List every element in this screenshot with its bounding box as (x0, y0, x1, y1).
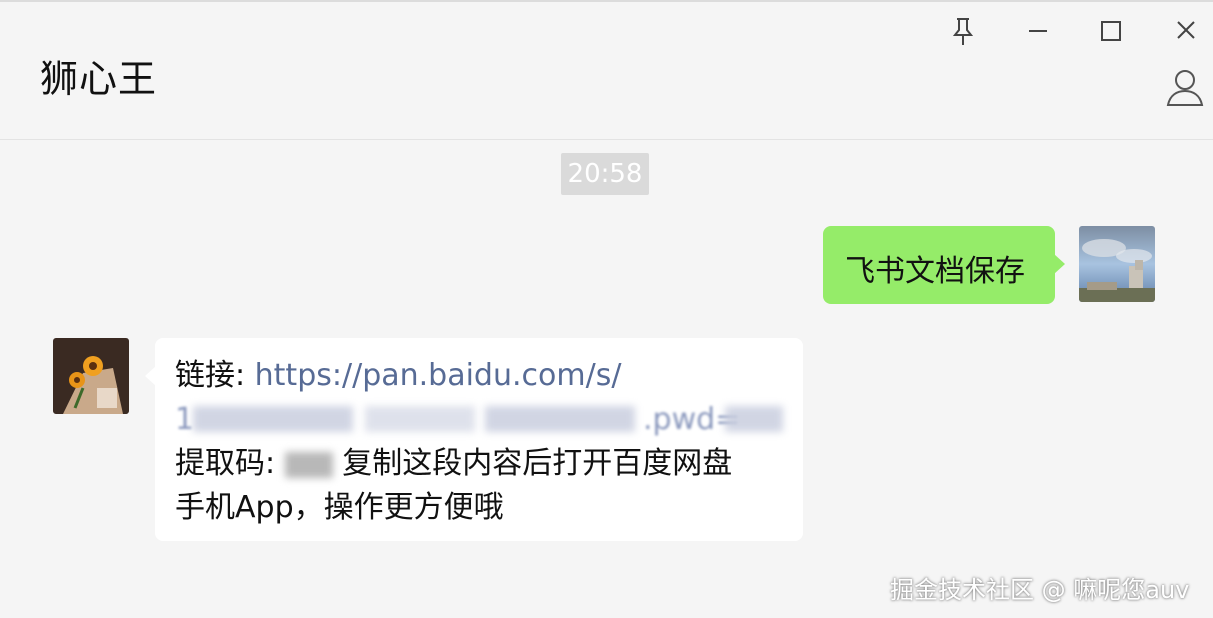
pin-button[interactable] (945, 14, 981, 48)
outgoing-message-bubble[interactable]: 飞书文档保存 (823, 226, 1065, 304)
close-icon (1177, 21, 1195, 39)
close-button[interactable] (1168, 14, 1204, 48)
avatar-contact[interactable] (53, 338, 129, 414)
maximize-icon (1101, 21, 1121, 41)
incoming-message-bubble[interactable]: 链接: https://pan.baidu.com/s/ 1 .pwd= 提取码… (145, 338, 803, 541)
pin-icon (952, 18, 974, 45)
redaction-blur (485, 406, 635, 432)
chat-header: 狮心王 (0, 0, 1213, 140)
redaction-blur (365, 406, 475, 432)
message-text-1: 复制这段内容后打开百度网盘 (332, 446, 733, 481)
extraction-code-redacted (284, 451, 333, 478)
code-label: 提取码: (175, 446, 285, 481)
redaction-blur (725, 406, 783, 432)
link-line: 链接: https://pan.baidu.com/s/ (175, 354, 783, 398)
message-timestamp: 20:58 (561, 153, 649, 195)
link-continuation-start[interactable]: 1 (175, 398, 194, 442)
minimize-icon (1029, 30, 1047, 32)
outgoing-message-text: 飞书文档保存 (845, 254, 1025, 289)
link-label: 链接: (175, 358, 255, 393)
redacted-link-line: 1 .pwd= (175, 398, 783, 442)
redaction-blur (193, 406, 353, 432)
chat-title: 狮心王 (40, 57, 158, 101)
watermark: 掘金技术社区 @ 嘛呢您auv (890, 576, 1190, 604)
code-line: 提取码: 复制这段内容后打开百度网盘 (175, 442, 783, 486)
share-link[interactable]: https://pan.baidu.com/s/ (255, 358, 622, 393)
minimize-button[interactable] (1020, 14, 1056, 48)
avatar-self[interactable] (1079, 226, 1155, 302)
maximize-button[interactable] (1093, 14, 1129, 48)
person-icon (1166, 70, 1204, 106)
chat-info-button[interactable] (1164, 66, 1206, 108)
message-line-2: 手机App，操作更方便哦 (175, 490, 504, 525)
